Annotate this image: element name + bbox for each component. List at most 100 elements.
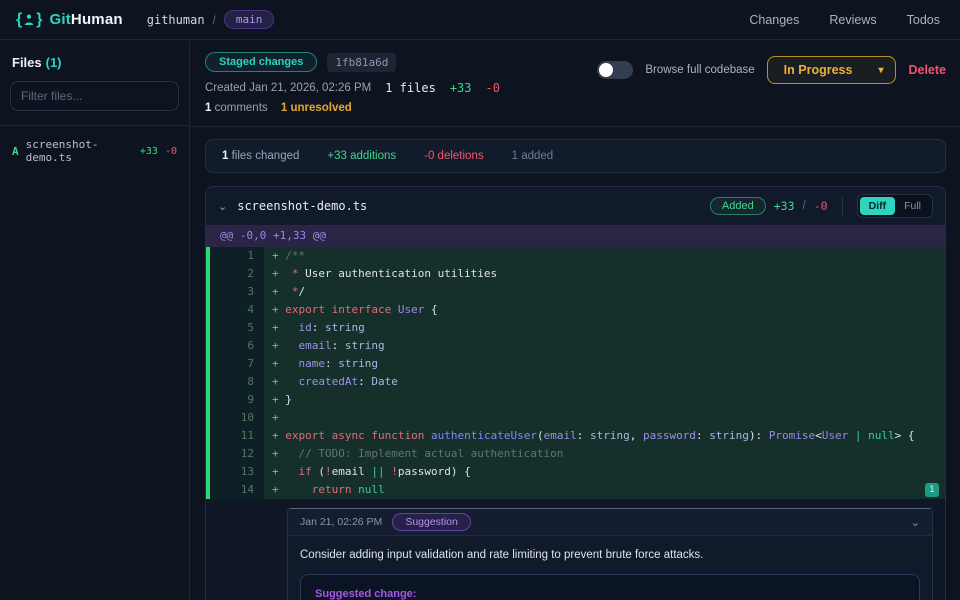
line-comment-count-badge[interactable]: 1 [925,483,939,497]
files-count-text: 1 files [385,81,436,95]
diff-line: 11+ export async function authenticateUs… [206,427,945,445]
comment-body: Consider adding input validation and rat… [288,536,932,600]
unresolved-count: 1 unresolved [281,102,352,114]
file-list-item[interactable]: A screenshot-demo.ts +33 -0 [0,132,189,170]
filter-box [10,81,179,111]
githuman-logo-icon: { } GitHuman [16,11,123,29]
hunk-header: @@ -0,0 +1,33 @@ [206,225,945,247]
line-content: + createdAt: Date [264,373,945,391]
diff-line: 12+ // TODO: Implement actual authentica… [206,445,945,463]
chevron-down-icon: ▾ [878,65,883,76]
comment-panel: Jan 21, 02:26 PM Suggestion ⌄ Consider a… [287,508,933,600]
line-content: + email: string [264,337,945,355]
delete-button[interactable]: Delete [908,63,946,77]
staged-changes-badge: Staged changes [205,52,317,72]
branch-badge[interactable]: main [224,10,275,29]
comment-meta: Jan 21, 02:26 PM Suggestion [300,513,471,531]
diff-line: 8+ createdAt: Date [206,373,945,391]
file-status-added: A [12,145,19,158]
main-content: Staged changes 1fb81a6d Created Jan 21, … [191,41,960,600]
review-controls: Browse full codebase In Progress ▾ Delet… [597,52,946,84]
diff-line: 5+ id: string [206,319,945,337]
files-sidebar: Files (1) A screenshot-demo.ts +33 -0 [0,41,190,600]
line-content: + return null1 [264,481,945,499]
suggested-change-label: Suggested change: [315,588,416,600]
line-number: 11 [210,427,264,445]
line-number: 1 [210,247,264,265]
vertical-divider [842,197,843,215]
browse-codebase-label: Browse full codebase [645,64,754,76]
line-number: 12 [210,445,264,463]
review-badges-row: Staged changes 1fb81a6d [205,52,500,72]
diff-line: 3+ */ [206,283,945,301]
diff-plus-marker: + [272,375,285,388]
file-diff-card: ⌄ screenshot-demo.ts Added +33 / -0 Diff… [205,186,946,600]
comment-collapse-chevron-icon[interactable]: ⌄ [911,516,920,529]
diff-line: 7+ name: string [206,355,945,373]
diff-plus-marker: + [272,357,285,370]
nav-todos[interactable]: Todos [907,13,940,27]
file-deletions-count: -0 [814,199,828,213]
nav-reviews[interactable]: Reviews [829,13,876,27]
brand-area: { } GitHuman githuman / main [16,10,274,29]
brand-name: GitHuman [49,11,122,28]
diff-line: 6+ email: string [206,337,945,355]
file-deletions: -0 [165,146,177,157]
comment-timestamp: Jan 21, 02:26 PM [300,516,382,528]
view-mode-segmented-control: Diff Full [857,194,933,218]
diff-code: 1+ /**2+ * User authentication utilities… [206,247,945,499]
diff-line: 10+ [206,409,945,427]
diff-plus-marker: + [272,321,285,334]
stat-files-changed: 1 files changed [222,150,299,162]
line-number: 8 [210,373,264,391]
filter-files-input[interactable] [10,81,179,111]
suggestion-badge: Suggestion [392,513,471,531]
line-number: 13 [210,463,264,481]
slash-separator: / [803,200,806,212]
line-number: 9 [210,391,264,409]
diff-line: 13+ if (!email || !password) { [206,463,945,481]
diff-plus-marker: + [272,303,285,316]
person-icon [24,14,34,26]
review-status-select[interactable]: In Progress ▾ [767,56,897,84]
toggle-knob [599,63,613,77]
diff-file-name: screenshot-demo.ts [237,199,367,213]
diff-plus-marker: + [272,267,285,280]
diff-line: 1+ /** [206,247,945,265]
line-content: + export async function authenticateUser… [264,427,945,445]
comment-text: Consider adding input validation and rat… [300,549,920,561]
line-number: 14 [210,481,264,499]
diff-plus-marker: + [272,429,285,442]
diff-plus-marker: + [272,483,285,496]
diff-view-button[interactable]: Diff [860,197,896,215]
stat-added: 1 added [512,150,554,162]
added-status-badge: Added [710,197,766,215]
stat-deletions: -0 deletions [424,150,483,162]
deletions-count: -0 [486,81,500,95]
repo-name: githuman [147,13,205,27]
browse-codebase-toggle[interactable] [597,61,633,79]
collapse-chevron-icon[interactable]: ⌄ [218,200,227,213]
line-content: + if (!email || !password) { [264,463,945,481]
review-created-row: Created Jan 21, 2026, 02:26 PM 1 files +… [205,81,500,95]
diff-line: 4+ export interface User { [206,301,945,319]
file-card-title: ⌄ screenshot-demo.ts [218,199,367,213]
line-number: 7 [210,355,264,373]
app-header: { } GitHuman githuman / main Changes Rev… [0,0,960,40]
files-label: Files [12,55,42,70]
line-number: 6 [210,337,264,355]
line-content: + // TODO: Implement actual authenticati… [264,445,945,463]
full-view-button[interactable]: Full [895,197,930,215]
diff-plus-marker: + [272,465,285,478]
diff-plus-marker: + [272,411,285,424]
line-content: + */ [264,283,945,301]
files-count: (1) [46,55,62,70]
comments-label: comments [215,102,268,114]
breadcrumb: githuman / main [147,10,275,29]
line-content: + * User authentication utilities [264,265,945,283]
brace-right: } [36,11,42,29]
stat-additions: +33 additions [327,150,396,162]
nav-changes[interactable]: Changes [749,13,799,27]
file-additions: +33 [140,146,158,157]
commit-hash-chip: 1fb81a6d [327,53,396,72]
